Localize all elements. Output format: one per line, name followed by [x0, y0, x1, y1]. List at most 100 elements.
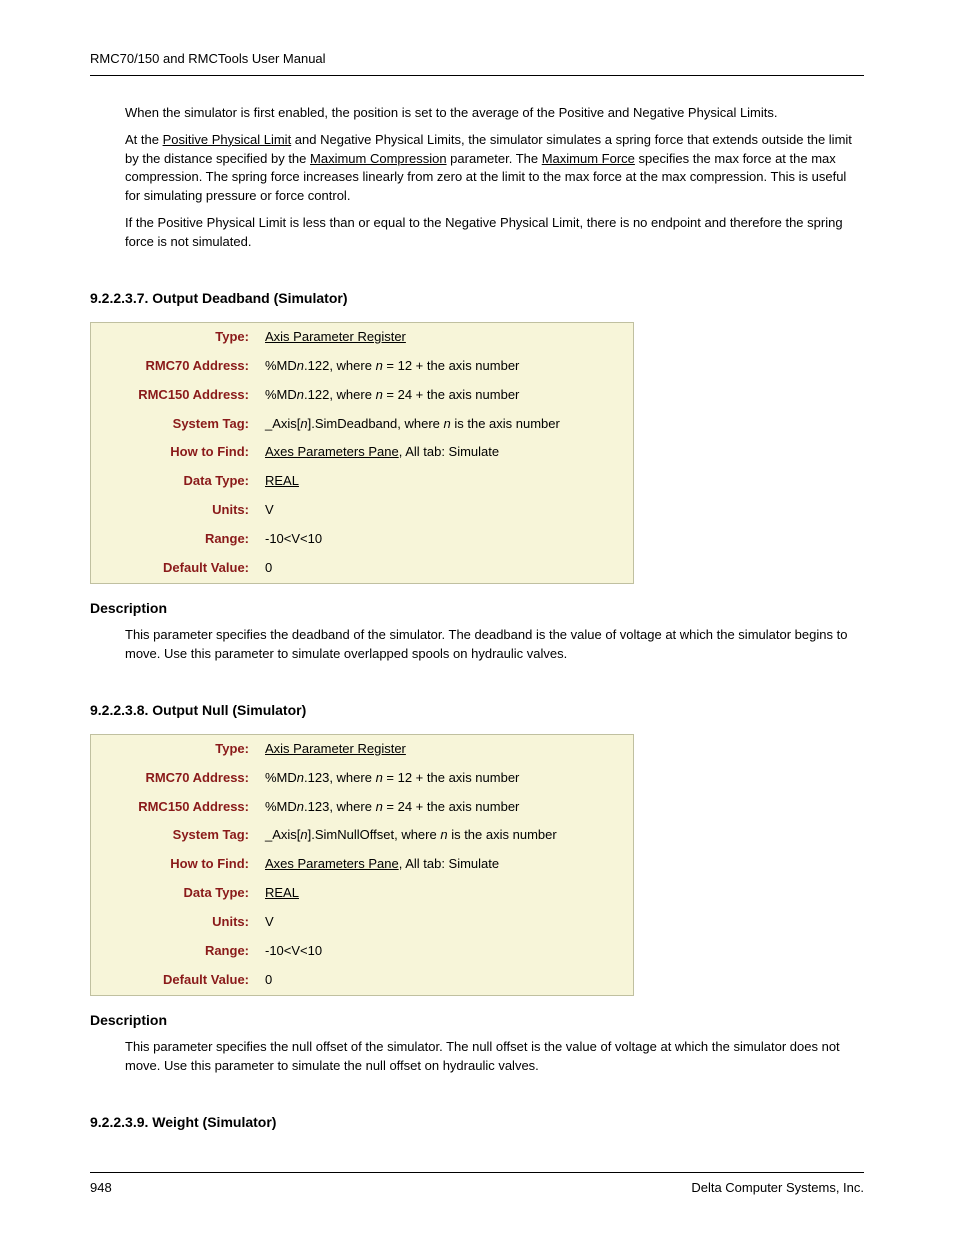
table-row: Data Type: REAL — [91, 467, 634, 496]
label-systag: System Tag: — [91, 821, 258, 850]
table-row: RMC70 Address: %MDn.122, where n = 12 + … — [91, 352, 634, 381]
label-rmc150: RMC150 Address: — [91, 381, 258, 410]
text: = 12 + the axis number — [383, 358, 520, 373]
description-heading: Description — [90, 1010, 864, 1030]
table-row: How to Find: Axes Parameters Pane, All t… — [91, 850, 634, 879]
value-rmc150: %MDn.122, where n = 24 + the axis number — [257, 381, 634, 410]
value-howto: Axes Parameters Pane, All tab: Simulate — [257, 438, 634, 467]
text: .122, where — [304, 387, 376, 402]
label-type: Type: — [91, 734, 258, 763]
text-italic: n — [376, 799, 383, 814]
table-row: Data Type: REAL — [91, 879, 634, 908]
intro-paragraph-1: When the simulator is first enabled, the… — [125, 104, 864, 123]
label-range: Range: — [91, 525, 258, 554]
label-rmc70: RMC70 Address: — [91, 764, 258, 793]
label-default: Default Value: — [91, 966, 258, 995]
table-row: RMC70 Address: %MDn.123, where n = 12 + … — [91, 764, 634, 793]
page-number: 948 — [90, 1179, 112, 1198]
table-row: Range: -10<V<10 — [91, 525, 634, 554]
label-rmc150: RMC150 Address: — [91, 793, 258, 822]
section-heading-output-null: 9.2.2.3.8. Output Null (Simulator) — [90, 700, 864, 720]
text: = 24 + the axis number — [383, 387, 520, 402]
axis-parameter-register-link[interactable]: Axis Parameter Register — [265, 329, 406, 344]
description-text: This parameter specifies the null offset… — [125, 1038, 864, 1076]
text-italic: n — [297, 387, 304, 402]
table-row: RMC150 Address: %MDn.123, where n = 24 +… — [91, 793, 634, 822]
value-howto: Axes Parameters Pane, All tab: Simulate — [257, 850, 634, 879]
table-row: Type: Axis Parameter Register — [91, 734, 634, 763]
text-italic: n — [297, 770, 304, 785]
table-row: System Tag: _Axis[ n].SimNullOffset, wher… — [91, 821, 634, 850]
value-rmc70: %MDn.123, where n = 12 + the axis number — [257, 764, 634, 793]
text-italic: n — [297, 799, 304, 814]
text: = 12 + the axis number — [383, 770, 520, 785]
param-table-deadband: Type: Axis Parameter Register RMC70 Addr… — [90, 322, 634, 584]
label-default: Default Value: — [91, 554, 258, 583]
description-heading: Description — [90, 598, 864, 618]
positive-physical-limit-link[interactable]: Positive Physical Limit — [163, 132, 292, 147]
value-units: V — [257, 908, 634, 937]
real-link[interactable]: REAL — [265, 473, 299, 488]
text: %MD — [265, 358, 297, 373]
real-link[interactable]: REAL — [265, 885, 299, 900]
text: .122, where — [304, 358, 376, 373]
text: ].SimNullOffset, where — [308, 827, 441, 842]
value-rmc150: %MDn.123, where n = 24 + the axis number — [257, 793, 634, 822]
value-units: V — [257, 496, 634, 525]
text: %MD — [265, 387, 297, 402]
text: is the axis number — [448, 827, 557, 842]
value-default: 0 — [257, 554, 634, 583]
table-row: Default Value: 0 — [91, 554, 634, 583]
axes-parameters-pane-link[interactable]: Axes Parameters Pane — [265, 444, 399, 459]
table-row: RMC150 Address: %MDn.122, where n = 24 +… — [91, 381, 634, 410]
label-dtype: Data Type: — [91, 879, 258, 908]
value-range: -10<V<10 — [257, 525, 634, 554]
param-table-null: Type: Axis Parameter Register RMC70 Addr… — [90, 734, 634, 996]
table-row: Default Value: 0 — [91, 966, 634, 995]
intro-paragraph-3: If the Positive Physical Limit is less t… — [125, 214, 864, 252]
text-italic: n — [376, 358, 383, 373]
text-italic: n — [440, 827, 447, 842]
text-italic: n — [300, 416, 307, 431]
text: %MD — [265, 770, 297, 785]
text: %MD — [265, 799, 297, 814]
text: is the axis number — [451, 416, 560, 431]
company-name: Delta Computer Systems, Inc. — [691, 1179, 864, 1198]
value-rmc70: %MDn.122, where n = 12 + the axis number — [257, 352, 634, 381]
value-systag: _Axis[n].SimNullOffset, where n is the a… — [257, 821, 634, 850]
section-heading-output-deadband: 9.2.2.3.7. Output Deadband (Simulator) — [90, 288, 864, 308]
table-row: System Tag: _Axis[n].SimDeadband, where … — [91, 410, 634, 439]
value-dtype: REAL — [257, 879, 634, 908]
description-text: This parameter specifies the deadband of… — [125, 626, 864, 664]
maximum-force-link[interactable]: Maximum Force — [542, 151, 635, 166]
page-footer: 948 Delta Computer Systems, Inc. — [90, 1172, 864, 1198]
label-rmc70: RMC70 Address: — [91, 352, 258, 381]
text: At the — [125, 132, 163, 147]
label-dtype: Data Type: — [91, 467, 258, 496]
text: , All tab: Simulate — [399, 856, 499, 871]
text: .123, where — [304, 770, 376, 785]
label-units: Units: — [91, 908, 258, 937]
axis-parameter-register-link[interactable]: Axis Parameter Register — [265, 741, 406, 756]
text-italic: n — [376, 387, 383, 402]
text: .123, where — [304, 799, 376, 814]
axes-parameters-pane-link[interactable]: Axes Parameters Pane — [265, 856, 399, 871]
label-howto: How to Find: — [91, 850, 258, 879]
page-header: RMC70/150 and RMCTools User Manual — [90, 50, 864, 76]
table-row: Units: V — [91, 908, 634, 937]
text: parameter. The — [447, 151, 542, 166]
text: = 24 + the axis number — [383, 799, 520, 814]
text: _Axis[ — [265, 416, 300, 431]
value-default: 0 — [257, 966, 634, 995]
text: _Axis[ — [265, 827, 300, 842]
maximum-compression-link[interactable]: Maximum Compression — [310, 151, 447, 166]
value-dtype: REAL — [257, 467, 634, 496]
value-type: Axis Parameter Register — [257, 734, 634, 763]
text: , All tab: Simulate — [399, 444, 499, 459]
label-howto: How to Find: — [91, 438, 258, 467]
section-heading-weight: 9.2.2.3.9. Weight (Simulator) — [90, 1112, 864, 1132]
text-italic: n — [444, 416, 451, 431]
table-row: Type: Axis Parameter Register — [91, 323, 634, 352]
text-italic: n — [376, 770, 383, 785]
label-range: Range: — [91, 937, 258, 966]
